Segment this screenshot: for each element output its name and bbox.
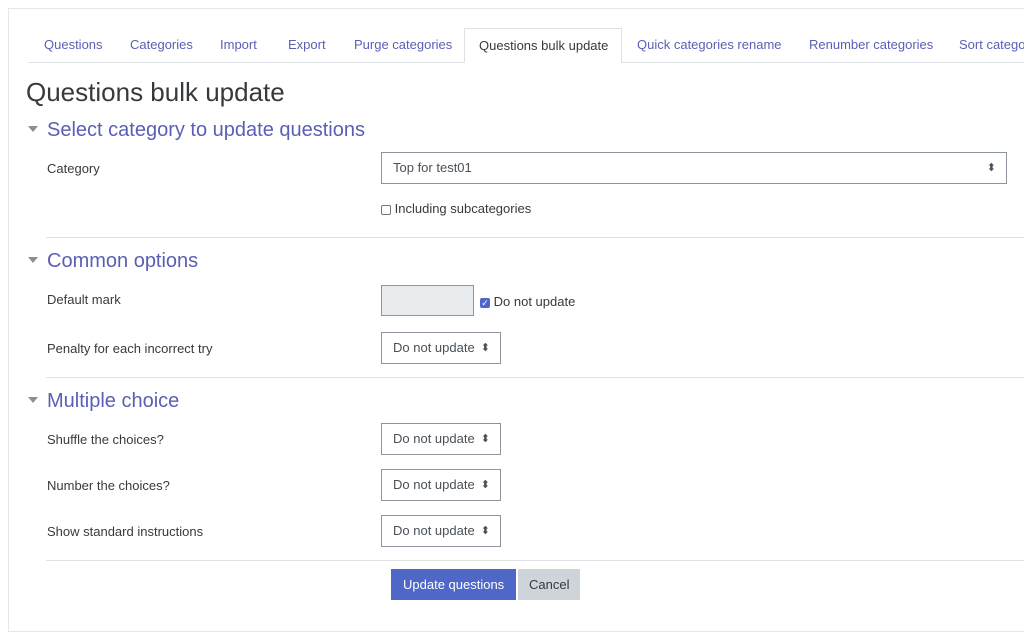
cancel-button[interactable]: Cancel xyxy=(518,569,581,600)
instructions-label: Show standard instructions xyxy=(47,524,204,539)
shuffle-label: Shuffle the choices? xyxy=(47,432,164,447)
do-not-update-option[interactable]: ✓ Do not update xyxy=(480,294,575,309)
collapse-icon xyxy=(28,396,38,403)
tab-bar: Questions Categories Import Export Purge… xyxy=(28,28,1024,63)
section-multiple-choice[interactable]: Multiple choice xyxy=(28,390,179,413)
category-value: Top for test01 xyxy=(393,160,472,175)
select-arrows-icon: ⬍ xyxy=(480,479,490,491)
shuffle-value: Do not update xyxy=(393,431,475,446)
tab-renumber-categories[interactable]: Renumber categories xyxy=(809,28,933,62)
select-arrows-icon: ⬍ xyxy=(480,433,490,445)
select-arrows-icon: ⬍ xyxy=(986,162,996,174)
number-value: Do not update xyxy=(393,477,475,492)
shuffle-select[interactable]: Do not update ⬍ xyxy=(381,423,501,455)
instructions-select[interactable]: Do not update ⬍ xyxy=(381,515,501,547)
tab-purge-categories[interactable]: Purge categories xyxy=(354,28,452,62)
select-arrows-icon: ⬍ xyxy=(480,342,490,354)
category-select[interactable]: Top for test01 ⬍ xyxy=(381,152,1007,184)
tab-sort-categories[interactable]: Sort categories xyxy=(959,28,1024,62)
update-questions-button[interactable]: Update questions xyxy=(391,569,517,600)
default-mark-input[interactable] xyxy=(381,285,474,316)
section-heading: Select category to update questions xyxy=(47,119,365,141)
tab-quick-categories-rename[interactable]: Quick categories rename xyxy=(637,28,782,62)
subcategories-label: Including subcategories xyxy=(394,201,532,216)
tab-questions[interactable]: Questions xyxy=(44,28,103,62)
subcategories-checkbox[interactable] xyxy=(381,204,391,215)
penalty-value: Do not update xyxy=(393,340,475,355)
section-select-category[interactable]: Select category to update questions xyxy=(28,119,365,142)
number-select[interactable]: Do not update ⬍ xyxy=(381,469,501,501)
subcategories-option[interactable]: Including subcategories xyxy=(381,201,531,216)
section-heading: Common options xyxy=(47,250,199,272)
divider xyxy=(46,237,1024,238)
penalty-label: Penalty for each incorrect try xyxy=(47,341,213,356)
do-not-update-checkbox[interactable]: ✓ xyxy=(480,297,490,308)
page-title: Questions bulk update xyxy=(26,77,285,107)
tab-categories[interactable]: Categories xyxy=(130,28,193,62)
number-label: Number the choices? xyxy=(47,478,170,493)
default-mark-label: Default mark xyxy=(47,292,121,307)
section-common-options[interactable]: Common options xyxy=(28,250,198,273)
tab-questions-bulk-update[interactable]: Questions bulk update xyxy=(464,28,622,63)
section-heading: Multiple choice xyxy=(47,390,180,412)
tab-export[interactable]: Export xyxy=(288,28,326,62)
divider xyxy=(46,560,1024,561)
penalty-select[interactable]: Do not update ⬍ xyxy=(381,332,501,364)
select-arrows-icon: ⬍ xyxy=(480,525,490,537)
tab-import[interactable]: Import xyxy=(220,28,257,62)
collapse-icon xyxy=(28,125,38,132)
collapse-icon xyxy=(28,256,38,263)
do-not-update-label: Do not update xyxy=(493,294,576,309)
instructions-value: Do not update xyxy=(393,523,475,538)
category-label: Category xyxy=(47,161,100,176)
divider xyxy=(46,377,1024,378)
